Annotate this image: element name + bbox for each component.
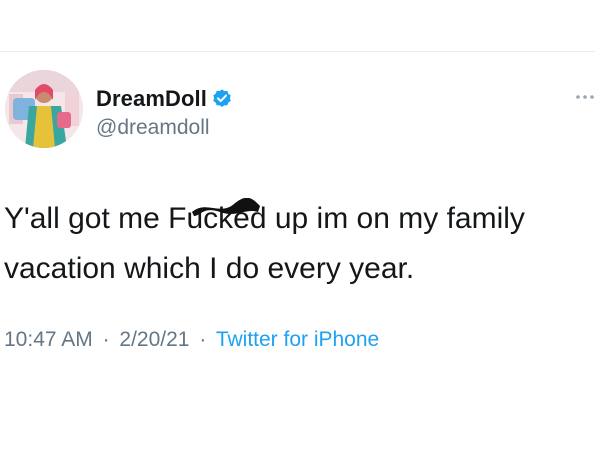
tweet-text: Y'all got me Fucked up im on my family v… (4, 202, 534, 285)
tweet-meta: 10:47 AM · 2/20/21 · Twitter for iPhone (4, 328, 379, 352)
tweet-date[interactable]: 2/20/21 (119, 328, 189, 351)
tweet-screenshot: DreamDoll @dreamdoll Y'all got me Fucked… (0, 0, 595, 472)
avatar-image (5, 70, 83, 148)
user-handle[interactable]: @dreamdoll (96, 116, 210, 140)
avatar[interactable] (5, 70, 83, 148)
tweet-time[interactable]: 10:47 AM (4, 328, 93, 351)
redaction-scribble (190, 197, 262, 218)
name-row: DreamDoll (96, 85, 233, 113)
display-name[interactable]: DreamDoll (96, 86, 207, 112)
meta-separator: · (199, 328, 207, 351)
verified-badge-icon (211, 88, 233, 110)
top-divider (0, 51, 595, 52)
meta-separator: · (102, 328, 110, 351)
tweet-source-link[interactable]: Twitter for iPhone (216, 328, 379, 351)
more-dots-icon[interactable] (574, 90, 595, 104)
